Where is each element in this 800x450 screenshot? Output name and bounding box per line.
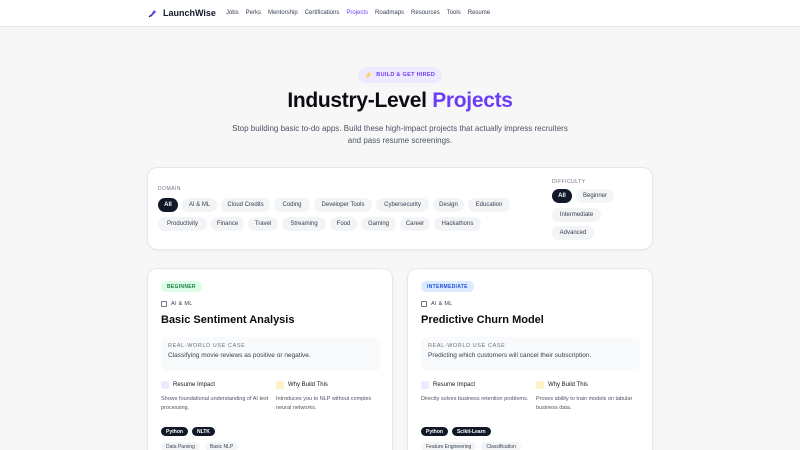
why-build: Why Build This Proves ability to train m… (536, 381, 646, 413)
use-case-label: REAL-WORLD USE CASE (168, 343, 246, 349)
page-subtitle: Stop building basic to-do apps. Build th… (232, 124, 568, 145)
resume-impact: Resume Impact Shows foundational underst… (161, 381, 271, 413)
brand-name: LaunchWise (163, 8, 216, 18)
difficulty-chip-beginner[interactable]: Beginner (576, 189, 614, 203)
use-case-box: REAL-WORLD USE CASE Classifying movie re… (161, 337, 380, 371)
nav-link-perks[interactable]: Perks (246, 10, 261, 16)
tech-tag: Python (421, 427, 448, 436)
domain-chip-travel[interactable]: Travel (248, 217, 278, 231)
nav-link-resume[interactable]: Resume (468, 10, 490, 16)
difficulty-chip-advanced[interactable]: Advanced (552, 226, 594, 240)
nav-link-roadmaps[interactable]: Roadmaps (375, 10, 404, 16)
page-title-plain: Industry-Level (287, 89, 433, 112)
use-case-box: REAL-WORLD USE CASE Predicting which cus… (421, 337, 640, 371)
project-card[interactable]: BEGINNER AI & ML Basic Sentiment Analysi… (147, 268, 393, 450)
why-build-text: Introduces you to NLP without complex ne… (276, 396, 372, 411)
brand[interactable]: LaunchWise (148, 8, 216, 18)
lightbulb-icon (536, 381, 544, 389)
why-build-label: Why Build This (288, 382, 328, 388)
resume-impact-text: Shows foundational understanding of AI t… (161, 396, 269, 411)
nav-link-jobs[interactable]: Jobs (226, 10, 239, 16)
tech-tag: Scikit-Learn (451, 427, 491, 436)
skill-tags: Data Parsing Basic NLP (161, 442, 239, 450)
filter-panel: DOMAIN All AI & ML Cloud Credits Coding … (147, 167, 653, 250)
difficulty-chip-intermediate[interactable]: Intermediate (552, 208, 601, 222)
trend-icon (161, 381, 169, 389)
resume-impact-label: Resume Impact (173, 382, 216, 388)
lightbulb-icon (276, 381, 284, 389)
resume-impact: Resume Impact Directly solves business r… (421, 381, 531, 404)
rocket-icon (148, 10, 156, 18)
nav-link-projects[interactable]: Projects (346, 10, 368, 16)
project-title: Basic Sentiment Analysis (161, 314, 295, 326)
use-case-text: Predicting which customers will cancel t… (428, 352, 592, 359)
domain-chip-all[interactable]: All (158, 198, 178, 212)
trend-icon (421, 381, 429, 389)
domain-chip-education[interactable]: Education (468, 198, 510, 212)
domain-chip-productivity[interactable]: Productivity (158, 217, 207, 231)
hero-badge: ⚡ BUILD & GET HIRED (358, 67, 442, 83)
use-case-text: Classifying movie reviews as positive or… (168, 352, 311, 359)
nav-link-tools[interactable]: Tools (447, 10, 461, 16)
difficulty-label: DIFFICULTY (552, 179, 586, 185)
use-case-label: REAL-WORLD USE CASE (428, 343, 506, 349)
domain-chip-design[interactable]: Design (433, 198, 464, 212)
why-build-text: Proves ability to train models on tabula… (536, 396, 633, 411)
project-card[interactable]: INTERMEDIATE AI & ML Predictive Churn Mo… (407, 268, 653, 450)
nav-link-certifications[interactable]: Certifications (305, 10, 340, 16)
domain-chip-career[interactable]: Career (400, 217, 430, 231)
top-navbar: LaunchWise Jobs Perks Mentorship Certifi… (0, 0, 800, 27)
page-title: Industry-Level Projects (0, 89, 800, 113)
skill-tag: Classification (481, 442, 521, 450)
page-title-accent: Projects (432, 89, 513, 112)
nav-link-mentorship[interactable]: Mentorship (268, 10, 298, 16)
why-build-label: Why Build This (548, 382, 588, 388)
category-label: AI & ML (171, 301, 193, 307)
skill-tag: Data Parsing (161, 442, 200, 450)
domain-label: DOMAIN (158, 186, 181, 192)
domain-chip-developer-tools[interactable]: Developer Tools (314, 198, 372, 212)
level-badge: INTERMEDIATE (421, 281, 474, 292)
resume-impact-text: Directly solves business retention probl… (421, 396, 529, 402)
tech-tag: NLTK (191, 427, 215, 436)
domain-chip-coding[interactable]: Coding (274, 198, 310, 212)
category-label: AI & ML (431, 301, 453, 307)
domain-chip-hackathons[interactable]: Hackathons (434, 217, 481, 231)
domain-chip-cloud-credits[interactable]: Cloud Credits (221, 198, 270, 212)
tech-tag: Python (161, 427, 188, 436)
skill-tags: Feature Engineering Classification (421, 442, 521, 450)
category: AI & ML (421, 301, 453, 307)
why-build: Why Build This Introduces you to NLP wit… (276, 381, 386, 413)
project-title: Predictive Churn Model (421, 314, 544, 326)
domain-chip-cybersecurity[interactable]: Cybersecurity (376, 198, 429, 212)
level-badge: BEGINNER (161, 281, 202, 292)
tech-tags: Python NLTK (161, 427, 215, 436)
skill-tag: Basic NLP (204, 442, 239, 450)
domain-chip-food[interactable]: Food (330, 217, 357, 231)
hero-badge-label: BUILD & GET HIRED (376, 72, 436, 78)
domain-chip-gaming[interactable]: Gaming (361, 217, 396, 231)
tech-tags: Python Scikit-Learn (421, 427, 491, 436)
category: AI & ML (161, 301, 193, 307)
calendar-icon (161, 301, 167, 307)
difficulty-chip-all[interactable]: All (552, 189, 572, 203)
domain-chip-ai-ml[interactable]: AI & ML (182, 198, 217, 212)
nav-link-resources[interactable]: Resources (411, 10, 440, 16)
resume-impact-label: Resume Impact (433, 382, 476, 388)
skill-tag: Feature Engineering (421, 442, 477, 450)
lightning-icon: ⚡ (364, 72, 373, 79)
domain-chip-finance[interactable]: Finance (211, 217, 244, 231)
domain-chip-streaming[interactable]: Streaming (282, 217, 326, 231)
calendar-icon (421, 301, 427, 307)
